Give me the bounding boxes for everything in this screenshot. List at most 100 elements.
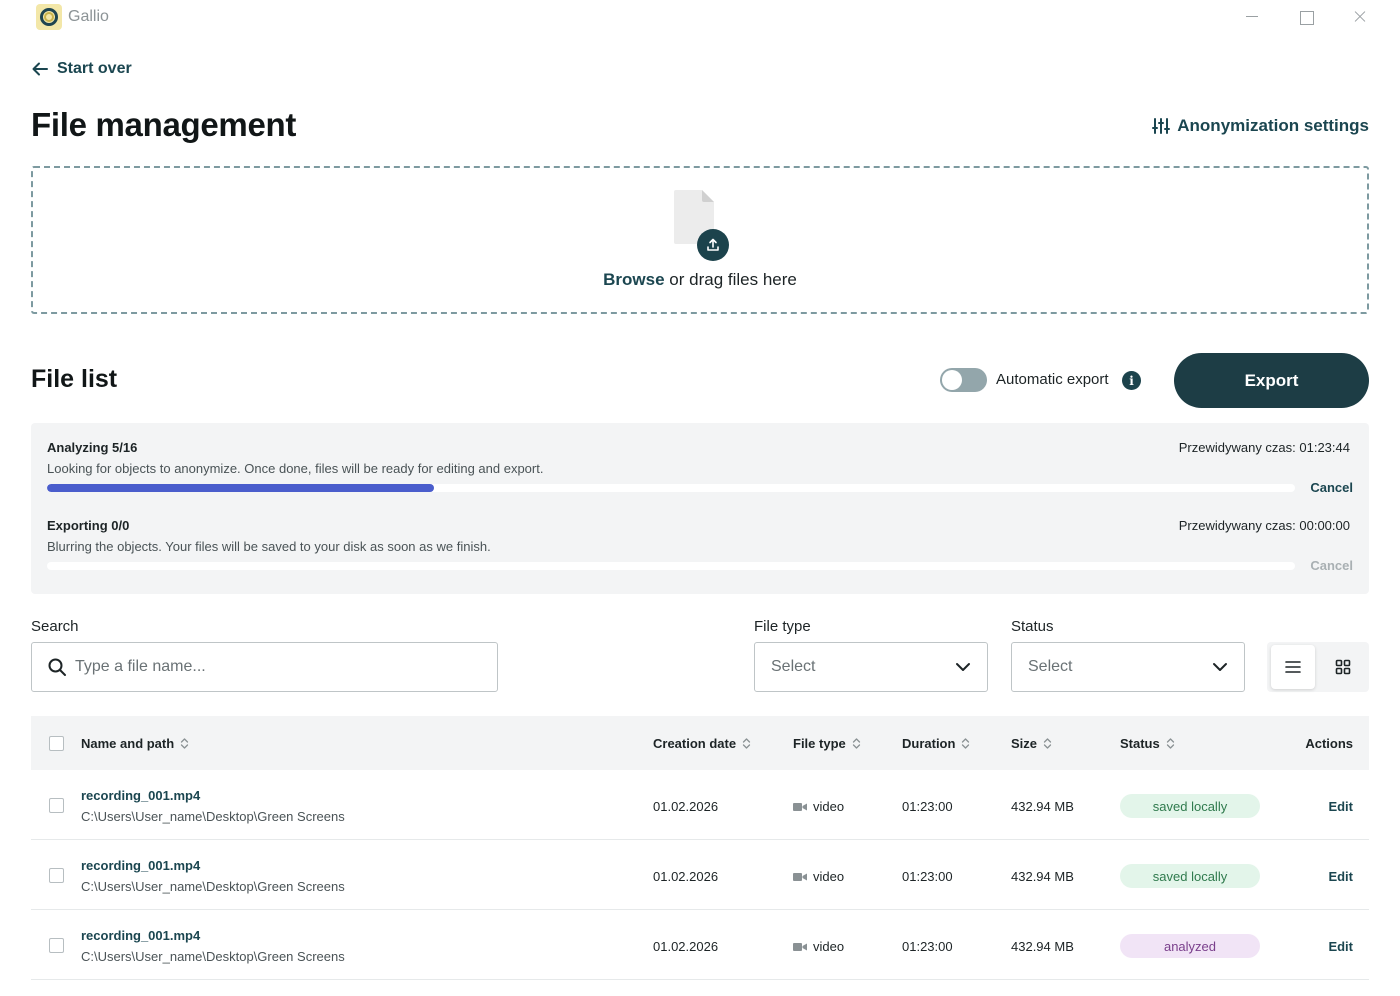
table-header: Name and path Creation date File type Du… [31, 716, 1369, 770]
column-label: Name and path [81, 736, 175, 751]
video-camera-icon [793, 802, 807, 811]
browse-link[interactable]: Browse [603, 270, 664, 289]
minimize-button[interactable] [1241, 6, 1263, 28]
upload-badge [697, 229, 729, 261]
file-type-value: video [813, 869, 845, 884]
column-label: Duration [902, 736, 956, 751]
duration: 01:23:00 [902, 869, 953, 884]
automatic-export-label: Automatic export [996, 371, 1109, 388]
chevron-down-icon [956, 663, 970, 671]
file-size: 432.94 MB [1011, 799, 1074, 814]
status-badge: saved locally [1120, 864, 1260, 888]
search-box[interactable] [31, 642, 498, 692]
file-type-select[interactable]: Select [754, 642, 988, 692]
file-path: C:\Users\User_name\Desktop\Green Screens [81, 809, 345, 824]
file-name[interactable]: recording_001.mp4 [81, 858, 200, 873]
column-label: Creation date [653, 736, 737, 751]
view-toggle [1267, 642, 1369, 692]
column-size[interactable]: Size [1011, 736, 1052, 751]
list-view-icon [1285, 661, 1301, 673]
row-checkbox[interactable] [49, 938, 64, 953]
file-type-cell: video [793, 869, 844, 884]
anonymization-settings-button[interactable]: Anonymization settings [1152, 116, 1369, 136]
select-all-checkbox[interactable] [49, 736, 64, 751]
file-type-value: Select [771, 658, 816, 675]
grid-view-button[interactable] [1321, 645, 1365, 689]
sort-icon [1166, 738, 1174, 749]
column-label: Status [1120, 736, 1160, 751]
cancel-exporting-button[interactable]: Cancel [1310, 558, 1353, 573]
cancel-analyzing-button[interactable]: Cancel [1310, 480, 1353, 495]
video-camera-icon [793, 942, 807, 951]
table-row[interactable]: recording_001.mp4 C:\Users\User_name\Des… [31, 770, 1369, 840]
chevron-down-icon [1213, 663, 1227, 671]
sort-icon [1043, 738, 1052, 749]
grid-view-icon [1335, 659, 1351, 675]
column-label: File type [793, 736, 846, 751]
edit-button[interactable]: Edit [1328, 939, 1353, 954]
export-button[interactable]: Export [1174, 353, 1369, 408]
info-icon[interactable]: i [1122, 371, 1141, 390]
automatic-export-toggle[interactable] [940, 368, 987, 392]
file-name[interactable]: recording_001.mp4 [81, 928, 200, 943]
title-bar: Gallio [0, 0, 1400, 34]
status-select[interactable]: Select [1011, 642, 1245, 692]
duration: 01:23:00 [902, 939, 953, 954]
search-input[interactable] [75, 658, 475, 676]
close-window-button[interactable] [1349, 6, 1371, 28]
dropzone-text: Browse or drag files here [33, 270, 1367, 290]
status-value: Select [1028, 658, 1073, 675]
drag-files-text: or drag files here [664, 270, 797, 289]
column-status[interactable]: Status [1120, 736, 1175, 751]
table-row[interactable]: recording_001.mp4 C:\Users\User_name\Des… [31, 910, 1369, 980]
start-over-label: Start over [57, 60, 132, 77]
file-type-cell: video [793, 799, 844, 814]
search-icon [48, 658, 66, 676]
row-checkbox[interactable] [49, 868, 64, 883]
progress-description: Looking for objects to anonymize. Once d… [47, 461, 544, 476]
row-checkbox[interactable] [49, 798, 64, 813]
app-name: Gallio [68, 8, 109, 25]
page-title: File management [31, 106, 297, 143]
list-view-button[interactable] [1271, 645, 1315, 689]
creation-date: 01.02.2026 [653, 799, 719, 814]
column-name-and-path[interactable]: Name and path [81, 736, 189, 751]
anonymization-settings-label: Anonymization settings [1177, 116, 1369, 135]
file-path: C:\Users\User_name\Desktop\Green Screens [81, 949, 345, 964]
column-duration[interactable]: Duration [902, 736, 970, 751]
arrow-left-icon [32, 62, 48, 76]
start-over-link[interactable]: Start over [31, 58, 132, 80]
duration: 01:23:00 [902, 799, 953, 814]
file-type-cell: video [793, 939, 844, 954]
search-label: Search [31, 618, 79, 635]
file-name[interactable]: recording_001.mp4 [81, 788, 200, 803]
column-label: Size [1011, 736, 1038, 751]
progress-description: Blurring the objects. Your files will be… [47, 539, 491, 554]
edit-button[interactable]: Edit [1328, 869, 1353, 884]
column-creation-date[interactable]: Creation date [653, 736, 751, 751]
file-type-value: video [813, 939, 845, 954]
creation-date: 01.02.2026 [653, 869, 719, 884]
sort-icon [852, 738, 860, 749]
file-size: 432.94 MB [1011, 869, 1074, 884]
status-label: Status [1011, 618, 1054, 635]
progress-eta: Przewidywany czas: 00:00:00 [1178, 518, 1350, 533]
app-logo [36, 4, 62, 30]
progress-bar [47, 484, 1295, 492]
maximize-button[interactable] [1295, 6, 1317, 28]
status-badge: saved locally [1120, 794, 1260, 818]
creation-date: 01.02.2026 [653, 939, 719, 954]
table-row[interactable]: recording_001.mp4 C:\Users\User_name\Des… [31, 840, 1369, 910]
file-type-value: video [813, 799, 845, 814]
file-path: C:\Users\User_name\Desktop\Green Screens [81, 879, 345, 894]
sort-icon [181, 738, 189, 749]
progress-eta: Przewidywany czas: 01:23:44 [1178, 440, 1350, 455]
file-type-label: File type [754, 618, 811, 635]
column-file-type[interactable]: File type [793, 736, 861, 751]
status-badge: analyzed [1120, 934, 1260, 958]
progress-fill [47, 484, 434, 492]
file-dropzone[interactable]: Browse or drag files here [31, 166, 1369, 314]
progress-title: Analyzing 5/16 [47, 440, 138, 455]
edit-button[interactable]: Edit [1328, 799, 1353, 814]
video-camera-icon [793, 872, 807, 881]
